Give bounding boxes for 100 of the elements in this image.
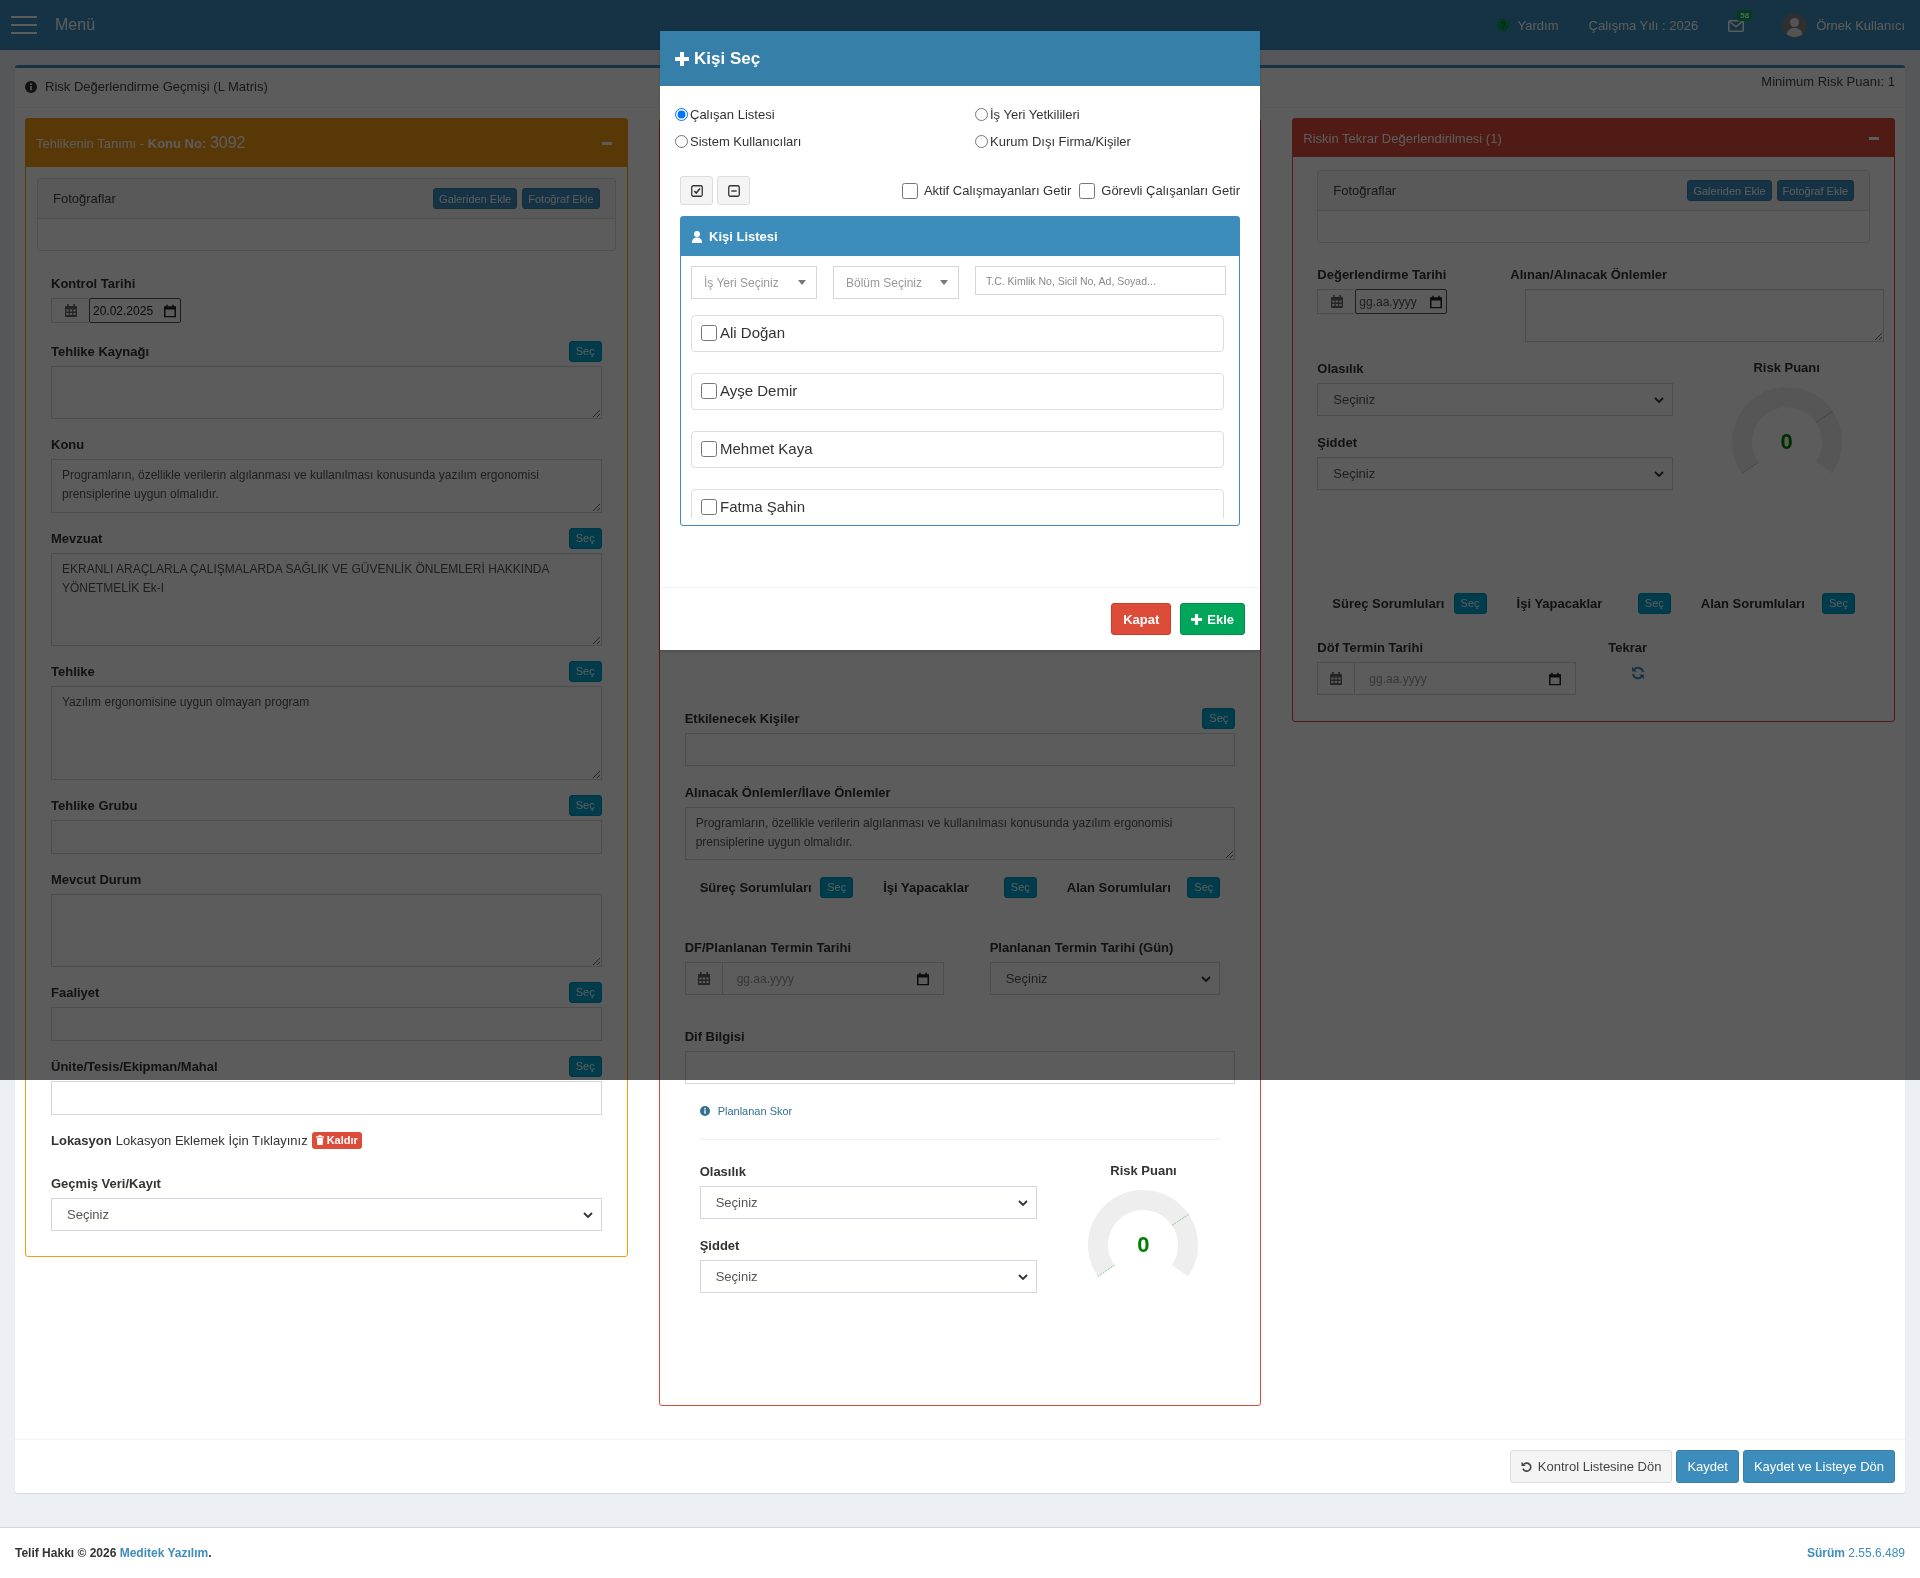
radio-label[interactable]: Kurum Dışı Firma/Kişiler — [990, 133, 1131, 149]
info-icon — [699, 1106, 710, 1116]
remove-button[interactable]: Kaldır — [311, 1131, 362, 1149]
workplace-dropdown[interactable]: İş Yeri Seçiniz — [691, 266, 817, 299]
add-photo-button[interactable]: Fotoğraf Ekle — [522, 188, 600, 209]
modal-title: Kişi Seç — [694, 48, 761, 69]
dropdown[interactable]: Seçiniz — [1317, 457, 1674, 490]
risk-score-value: 0 — [1137, 1233, 1150, 1257]
message-count-badge: 58 — [1737, 10, 1753, 21]
field-label: Risk Puanı — [1753, 359, 1820, 377]
menu-icon — [11, 16, 37, 34]
dropdown[interactable]: Seçiniz — [989, 962, 1220, 995]
save-button[interactable]: Kaydet — [1676, 1450, 1739, 1483]
field-label: Konu — [51, 436, 85, 452]
radio-label[interactable]: Sistem Kullanıcıları — [690, 133, 802, 149]
caret-down-icon — [798, 280, 806, 285]
checkbox[interactable] — [701, 498, 717, 515]
calendar-icon — [51, 298, 89, 323]
close-button[interactable]: Kapat — [1111, 603, 1172, 635]
select-all-button[interactable] — [680, 176, 713, 205]
text-field[interactable] — [51, 1081, 602, 1115]
date-field[interactable]: gg.aa.yyyy — [1355, 289, 1448, 314]
person-name: Fatma Şahin — [720, 498, 806, 515]
list-item[interactable]: Ayşe Demir — [691, 373, 1224, 410]
department-dropdown[interactable]: Bölüm Seçiniz — [833, 266, 959, 299]
add-photo-button[interactable]: Fotoğraf Ekle — [1776, 180, 1854, 201]
dropdown[interactable]: Seçiniz — [1317, 383, 1674, 416]
pick-button[interactable]: Seç — [1202, 707, 1236, 729]
radio-button[interactable] — [975, 107, 988, 121]
field-label: Planlanan Termin Tarihi (Gün) — [989, 939, 1174, 955]
pick-button[interactable]: Seç — [1453, 592, 1487, 614]
pick-button[interactable]: Seç — [1003, 876, 1037, 898]
pick-button[interactable]: Seç — [568, 981, 602, 1003]
panel-title: Riskin Tekrar Değerlendirilmesi (1) — [1303, 130, 1502, 146]
add-button[interactable]: Ekle — [1180, 603, 1245, 635]
pick-button[interactable]: Seç — [820, 876, 854, 898]
field-label: Şiddet — [1317, 434, 1358, 450]
text-area[interactable]: EKRANLI ARAÇLARLA ÇALIŞMALARDA SAĞLIK VE GÜVENLİK ÖNLEMLERİ HAKKINDA YÖNETMELİK Ek-I — [51, 553, 602, 646]
back-button[interactable]: Kontrol Listesine Dön — [1509, 1450, 1673, 1483]
list-item[interactable]: Ali Doğan — [691, 315, 1224, 352]
dropdown[interactable]: Seçiniz — [699, 1186, 1037, 1219]
check-square-icon — [690, 184, 703, 197]
radio-button[interactable] — [975, 134, 988, 148]
text-area[interactable]: Programların, özellikle verilerin algılanması ve kullanılması konusunda yazılım ergonomisi prensiplerine uygun olmalıdır. — [51, 459, 602, 513]
pick-button[interactable]: Seç — [568, 1055, 602, 1077]
pick-button[interactable]: Seç — [568, 660, 602, 682]
checkbox[interactable] — [901, 182, 918, 199]
pick-button[interactable]: Seç — [1822, 592, 1855, 614]
minus-square-icon — [727, 184, 740, 197]
checkbox-label[interactable]: Aktif Calışmayanları Getir — [923, 183, 1072, 198]
messages-link[interactable]: 58 — [1728, 10, 1753, 32]
user-menu[interactable]: Örnek Kullanıcı — [1782, 12, 1905, 38]
field-label: İşi Yapacaklar — [1516, 595, 1603, 611]
field-label: Mevzuat — [51, 530, 103, 546]
refresh-icon[interactable] — [1631, 666, 1646, 680]
date-field[interactable]: 20.02.2025 — [89, 298, 181, 323]
pick-button[interactable]: Seç — [568, 340, 602, 362]
minus-icon[interactable] — [1869, 136, 1879, 140]
help-link[interactable]: Yardım — [1496, 17, 1559, 33]
dropdown[interactable]: Seçiniz — [699, 1260, 1037, 1293]
search-field[interactable]: T.C. Kimlik No, Sicil No, Ad, Soyad... — [975, 266, 1226, 295]
radio-button[interactable] — [675, 107, 688, 121]
list-item[interactable]: Mehmet Kaya — [691, 431, 1224, 468]
checkbox[interactable] — [701, 324, 717, 341]
pick-button[interactable]: Seç — [568, 527, 602, 549]
copyright-text: Telif Hakkı © 2026 Meditek Yazılım. — [15, 1546, 212, 1560]
field-label: Tehlike Kaynağı — [51, 343, 149, 359]
checkbox[interactable] — [1079, 182, 1096, 199]
pick-button[interactable]: Seç — [1637, 592, 1671, 614]
calendar-icon[interactable] — [1549, 672, 1562, 685]
person-name: Mehmet Kaya — [720, 440, 813, 457]
person-name: Ayşe Demir — [720, 382, 798, 399]
pick-button[interactable]: Seç — [1187, 876, 1221, 898]
minus-icon[interactable] — [601, 141, 612, 145]
pick-button[interactable]: Seç — [568, 794, 602, 816]
text-area[interactable]: Programların, özellikle verilerin algılanması ve kullanılması konusunda yazılım ergonomisi prensiplerine uygun olmalıdır. — [684, 807, 1236, 860]
checkbox[interactable] — [701, 440, 717, 457]
checkbox-label[interactable]: Görevli Çalışanları Getir — [1101, 183, 1240, 198]
field-label: Lokasyon — [51, 1132, 112, 1148]
field-label: Tehlike — [51, 663, 95, 679]
clear-selection-button[interactable] — [717, 176, 750, 205]
save-button[interactable]: Kaydet ve Listeye Dön — [1742, 1450, 1895, 1483]
radio-label[interactable]: Çalışan Listesi — [690, 106, 775, 122]
gallery-button[interactable]: Galeriden Ekle — [1687, 180, 1772, 201]
calendar-icon[interactable] — [164, 304, 176, 317]
text-field[interactable] — [684, 1051, 1236, 1084]
field-label: DF/Planlanan Termin Tarihi — [684, 939, 852, 955]
calendar-icon[interactable] — [1430, 295, 1443, 308]
checkbox[interactable] — [701, 382, 717, 399]
calendar-icon[interactable] — [916, 972, 929, 985]
dropdown[interactable]: Seçiniz — [51, 1198, 602, 1231]
radio-label[interactable]: İş Yeri Yetkilileri — [990, 106, 1080, 122]
gallery-button[interactable]: Galeriden Ekle — [433, 188, 518, 209]
radio-button[interactable] — [675, 134, 688, 148]
field-label: İşi Yapacaklar — [883, 879, 969, 895]
list-item[interactable]: Fatma Şahin — [691, 489, 1224, 518]
menu-toggle[interactable]: Menü — [11, 16, 96, 34]
text-area[interactable]: Yazılım ergonomisine uygun olmayan program — [51, 686, 602, 780]
add-location-link[interactable]: Lokasyon Eklemek İçin Tıklayınız — [115, 1132, 308, 1148]
work-year-link[interactable]: Çalışma Yılı : 2026 — [1588, 17, 1699, 33]
